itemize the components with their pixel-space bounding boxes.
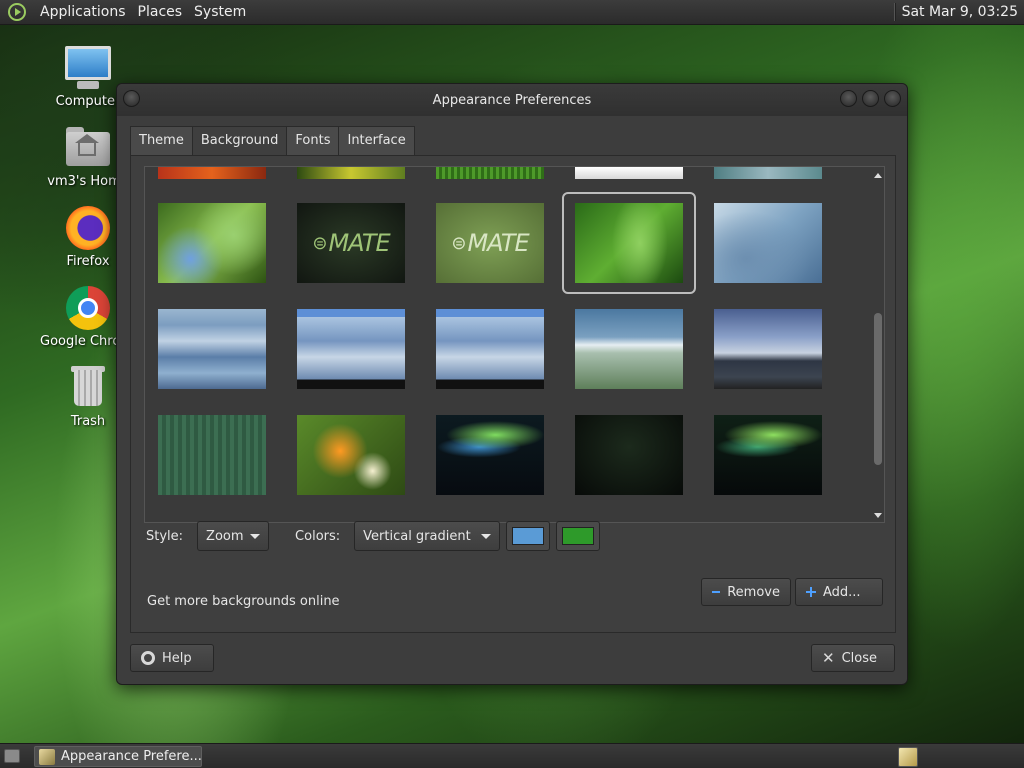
background-thumbnail[interactable] (436, 167, 544, 179)
background-thumbnail[interactable] (714, 309, 822, 389)
help-button-label: Help (162, 650, 192, 666)
close-icon: ✕ (822, 648, 835, 667)
scroll-down-arrow-icon[interactable] (874, 513, 882, 518)
window-titlebar[interactable]: Appearance Preferences (117, 84, 907, 116)
plus-icon (806, 587, 816, 597)
show-desktop-icon[interactable] (4, 749, 20, 763)
secondary-color-swatch (562, 527, 595, 545)
background-gallery[interactable]: ⊜ MATE ⊜ MATE (144, 166, 885, 523)
background-thumbnail[interactable]: ⊜ MATE (436, 203, 544, 283)
window-title: Appearance Preferences (432, 92, 592, 108)
computer-icon (65, 46, 111, 80)
mate-menu-icon[interactable] (8, 3, 26, 21)
minus-icon (712, 591, 721, 593)
menu-applications[interactable]: Applications (34, 4, 132, 20)
taskbar-window-button[interactable]: Appearance Prefere... (34, 746, 202, 767)
background-thumbnail[interactable] (158, 203, 266, 283)
home-folder-icon (64, 124, 112, 172)
tray-app-icon[interactable] (898, 747, 918, 767)
top-panel: Applications Places System Sat Mar 9, 03… (0, 0, 1024, 25)
tab-fonts[interactable]: Fonts (286, 126, 340, 156)
tab-theme[interactable]: Theme (130, 126, 193, 156)
add-button-label: Add... (823, 584, 861, 600)
background-tab-panel: ⊜ MATE ⊜ MATE Style: Zoom Colors: Vertic… (130, 155, 896, 633)
window-menu-button[interactable] (123, 90, 140, 107)
scrollbar-thumb[interactable] (874, 313, 882, 465)
style-combobox[interactable]: Zoom (197, 521, 270, 551)
appearance-preferences-window: Appearance Preferences Theme Background … (116, 83, 908, 685)
appearance-app-icon (39, 748, 55, 765)
background-thumbnail[interactable] (575, 415, 683, 495)
background-thumbnail[interactable]: ⊜ MATE (297, 203, 405, 283)
tab-interface[interactable]: Interface (338, 126, 415, 156)
panel-separator (893, 3, 896, 21)
colors-value: Vertical gradient (363, 528, 471, 544)
help-button[interactable]: Help (130, 644, 214, 672)
chevron-down-icon (481, 533, 492, 539)
secondary-color-button[interactable] (556, 521, 601, 551)
background-thumbnail[interactable] (714, 203, 822, 283)
background-thumbnail[interactable] (158, 415, 266, 495)
menu-system[interactable]: System (188, 4, 252, 20)
gallery-scrollbar[interactable] (872, 167, 884, 522)
background-thumbnail[interactable] (158, 167, 266, 179)
mate-wordmark: ⊜ MATE (451, 229, 529, 257)
style-label: Style: (146, 528, 184, 544)
taskbar-window-label: Appearance Prefere... (61, 749, 202, 764)
background-thumbnail[interactable] (575, 309, 683, 389)
colors-combobox[interactable]: Vertical gradient (354, 521, 501, 551)
background-thumbnail[interactable] (714, 167, 822, 179)
background-thumbnail[interactable] (714, 415, 822, 495)
window-close-button[interactable] (884, 90, 901, 107)
tab-background[interactable]: Background (191, 126, 288, 157)
chevron-down-icon (250, 533, 261, 539)
background-thumbnail[interactable] (158, 309, 266, 389)
primary-color-button[interactable] (506, 521, 551, 551)
primary-color-swatch (512, 527, 545, 545)
get-more-backgrounds-link[interactable]: Get more backgrounds online (147, 594, 340, 609)
firefox-icon (66, 206, 110, 250)
close-button-label: Close (841, 650, 877, 666)
selection-frame (562, 192, 696, 294)
background-thumbnail[interactable] (297, 415, 405, 495)
background-thumbnail[interactable] (436, 309, 544, 389)
mate-wordmark: ⊜ MATE (312, 229, 390, 257)
add-button[interactable]: Add... (795, 578, 883, 606)
minimize-button[interactable] (840, 90, 857, 107)
style-value: Zoom (206, 528, 244, 544)
clock[interactable]: Sat Mar 9, 03:25 (902, 4, 1024, 20)
tab-bar: Theme Background Fonts Interface (130, 126, 415, 157)
bottom-panel: Appearance Prefere... (0, 743, 1024, 768)
background-thumbnail[interactable] (436, 415, 544, 495)
remove-button-label: Remove (727, 584, 780, 600)
help-icon (141, 651, 155, 665)
trash-icon (64, 364, 112, 412)
background-thumbnail[interactable] (575, 167, 683, 179)
close-button[interactable]: ✕ Close (811, 644, 895, 672)
background-thumbnail[interactable] (297, 167, 405, 179)
background-thumbnail[interactable] (297, 309, 405, 389)
menu-places[interactable]: Places (132, 4, 189, 20)
chrome-icon (66, 286, 110, 330)
scroll-up-arrow-icon[interactable] (874, 173, 882, 178)
remove-button[interactable]: Remove (701, 578, 791, 606)
colors-label: Colors: (295, 528, 341, 544)
maximize-button[interactable] (862, 90, 879, 107)
panel-right-area: Sat Mar 9, 03:25 (893, 0, 1024, 24)
background-options-row: Style: Zoom Colors: Vertical gradient (146, 521, 886, 551)
